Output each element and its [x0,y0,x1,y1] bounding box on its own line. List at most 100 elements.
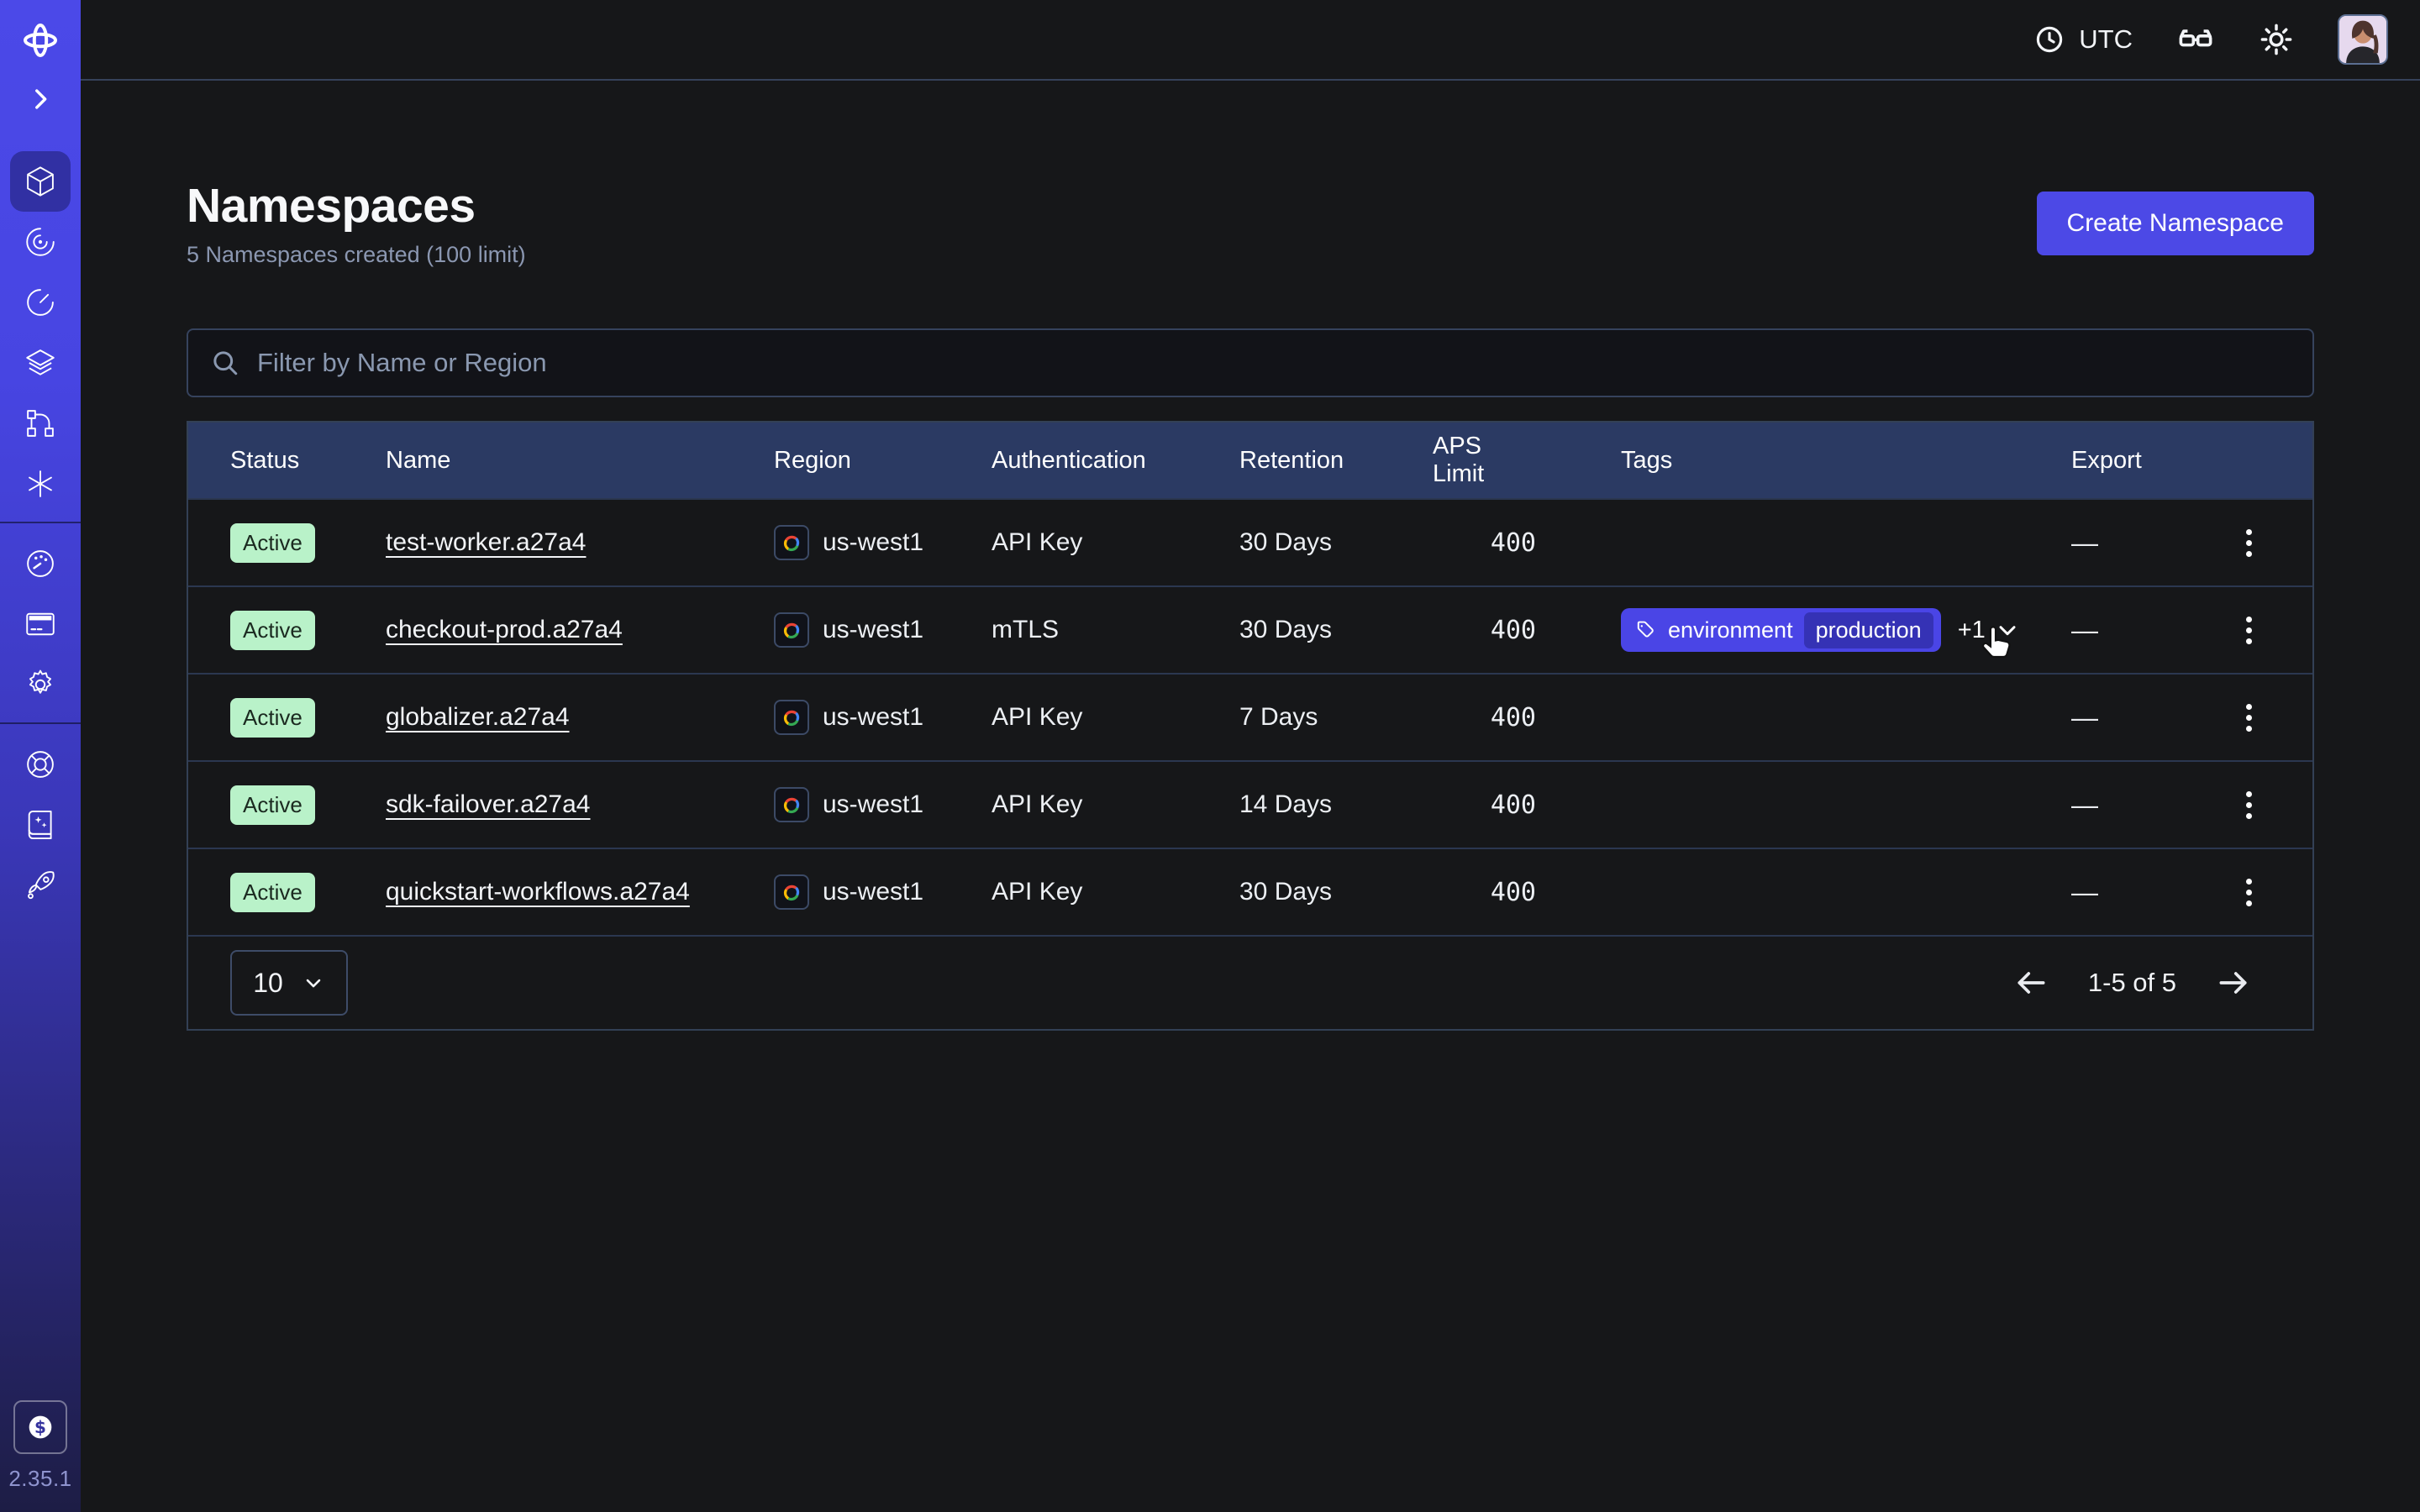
page-size-select[interactable]: 10 [230,950,348,1016]
export-value: — [2071,615,2098,646]
namespace-link[interactable]: quickstart-workflows.a27a4 [386,878,690,906]
sidebar-item-support[interactable] [10,734,71,795]
column-header-export: Export [2071,447,2317,475]
auth-label: API Key [992,703,1239,732]
sidebar-item-schedules[interactable] [10,272,71,333]
namespaces-table: Status Name Region Authentication Retent… [187,421,2314,1031]
topbar: UTC [81,0,2420,81]
row-actions-button[interactable] [2241,699,2257,737]
sidebar-item-docs[interactable] [10,795,71,855]
sidebar-item-nexus[interactable] [10,454,71,514]
namespace-link[interactable]: checkout-prod.a27a4 [386,616,623,643]
region-label: us-west1 [823,790,923,819]
filter-input[interactable] [257,348,2291,378]
namespace-link[interactable]: test-worker.a27a4 [386,528,586,556]
sidebar-item-getting-started[interactable] [10,855,71,916]
dev-mode-button[interactable] [2176,20,2215,59]
region-label: us-west1 [823,703,923,732]
credit-card-icon [23,606,58,642]
tag-value: production [1804,612,1933,648]
column-header-authentication: Authentication [992,447,1239,475]
column-header-name: Name [386,447,774,475]
sidebar-nav [0,151,81,916]
filter-bar [187,328,2314,397]
theme-toggle-button[interactable] [2259,22,2294,57]
cube-icon [23,164,58,199]
tags-expand-button[interactable] [1994,617,2021,643]
auth-label: mTLS [992,616,1239,644]
gear-icon [23,667,58,702]
table-row: Active globalizer.a27a4 us-west1 [188,673,2312,760]
lifebuoy-icon [23,747,58,782]
namespace-link[interactable]: sdk-failover.a27a4 [386,790,591,818]
gcp-cloud-icon [774,787,809,822]
chevron-down-icon [302,971,325,995]
sun-icon [2259,22,2294,57]
column-header-aps-limit: APS Limit [1433,433,1536,488]
auth-label: API Key [992,878,1239,906]
timer-icon [23,285,58,320]
workflow-spiral-icon [23,224,58,260]
sidebar-divider [0,722,81,724]
status-badge: Active [230,611,315,650]
rocket-icon [23,868,58,903]
user-avatar[interactable] [2338,14,2388,65]
sidebar-item-settings[interactable] [10,654,71,715]
retention-label: 7 Days [1239,703,1433,732]
namespace-link[interactable]: globalizer.a27a4 [386,703,570,731]
sidebar-item-task-queues[interactable] [10,393,71,454]
clock-icon [2033,24,2065,55]
region-label: us-west1 [823,878,923,906]
layers-icon [23,345,58,381]
tag-key: environment [1668,617,1793,643]
tag-icon [1635,619,1657,641]
column-header-status: Status [188,447,386,475]
gcp-cloud-icon [774,700,809,735]
sidebar-item-namespaces[interactable] [10,151,71,212]
tag-badge[interactable]: environment production [1621,608,1941,652]
sidebar-item-workflows[interactable] [10,212,71,272]
row-actions-button[interactable] [2241,786,2257,824]
status-badge: Active [230,698,315,738]
column-header-retention: Retention [1239,447,1433,475]
credits-button[interactable]: $ [13,1400,67,1454]
app-version: 2.35.1 [8,1466,71,1492]
table-footer: 10 1-5 of 5 [188,935,2312,1029]
page-subtitle: 5 Namespaces created (100 limit) [187,242,526,268]
temporal-logo-icon [20,20,60,60]
row-actions-button[interactable] [2241,612,2257,649]
table-header-row: Status Name Region Authentication Retent… [188,423,2312,498]
create-namespace-button[interactable]: Create Namespace [2037,192,2314,255]
asterisk-icon [23,466,58,501]
timezone-selector[interactable]: UTC [2033,24,2133,55]
retention-label: 30 Days [1239,528,1433,557]
export-value: — [2071,790,2098,821]
table-row: Active checkout-prod.a27a4 us-west1 [188,585,2312,673]
sidebar-divider [0,522,81,523]
page-range-label: 1-5 of 5 [2088,968,2176,998]
table-row: Active sdk-failover.a27a4 us-west1 [188,760,2312,848]
main-content: Namespaces 5 Namespaces created (100 lim… [81,81,2420,1512]
timezone-label: UTC [2079,24,2133,55]
gauge-icon [23,546,58,581]
sidebar-expand-button[interactable] [22,81,59,118]
sidebar-item-usage[interactable] [10,533,71,594]
retention-label: 14 Days [1239,790,1433,819]
next-page-button[interactable] [2215,964,2252,1001]
sidebar-item-billing[interactable] [10,594,71,654]
tag-more-count: +1 [1958,617,1986,644]
row-actions-button[interactable] [2241,524,2257,562]
arrow-left-icon [2012,964,2049,1001]
status-badge: Active [230,873,315,912]
row-actions-button[interactable] [2241,874,2257,911]
column-header-tags: Tags [1536,447,2071,475]
sidebar-item-deployments[interactable] [10,333,71,393]
content-column: UTC [81,0,2420,1512]
svg-text:$: $ [34,1417,46,1437]
retention-label: 30 Days [1239,878,1433,906]
export-value: — [2071,702,2098,733]
previous-page-button[interactable] [2012,964,2049,1001]
page-header: Namespaces 5 Namespaces created (100 lim… [187,178,2314,268]
status-badge: Active [230,785,315,825]
book-sparkle-icon [23,807,58,843]
